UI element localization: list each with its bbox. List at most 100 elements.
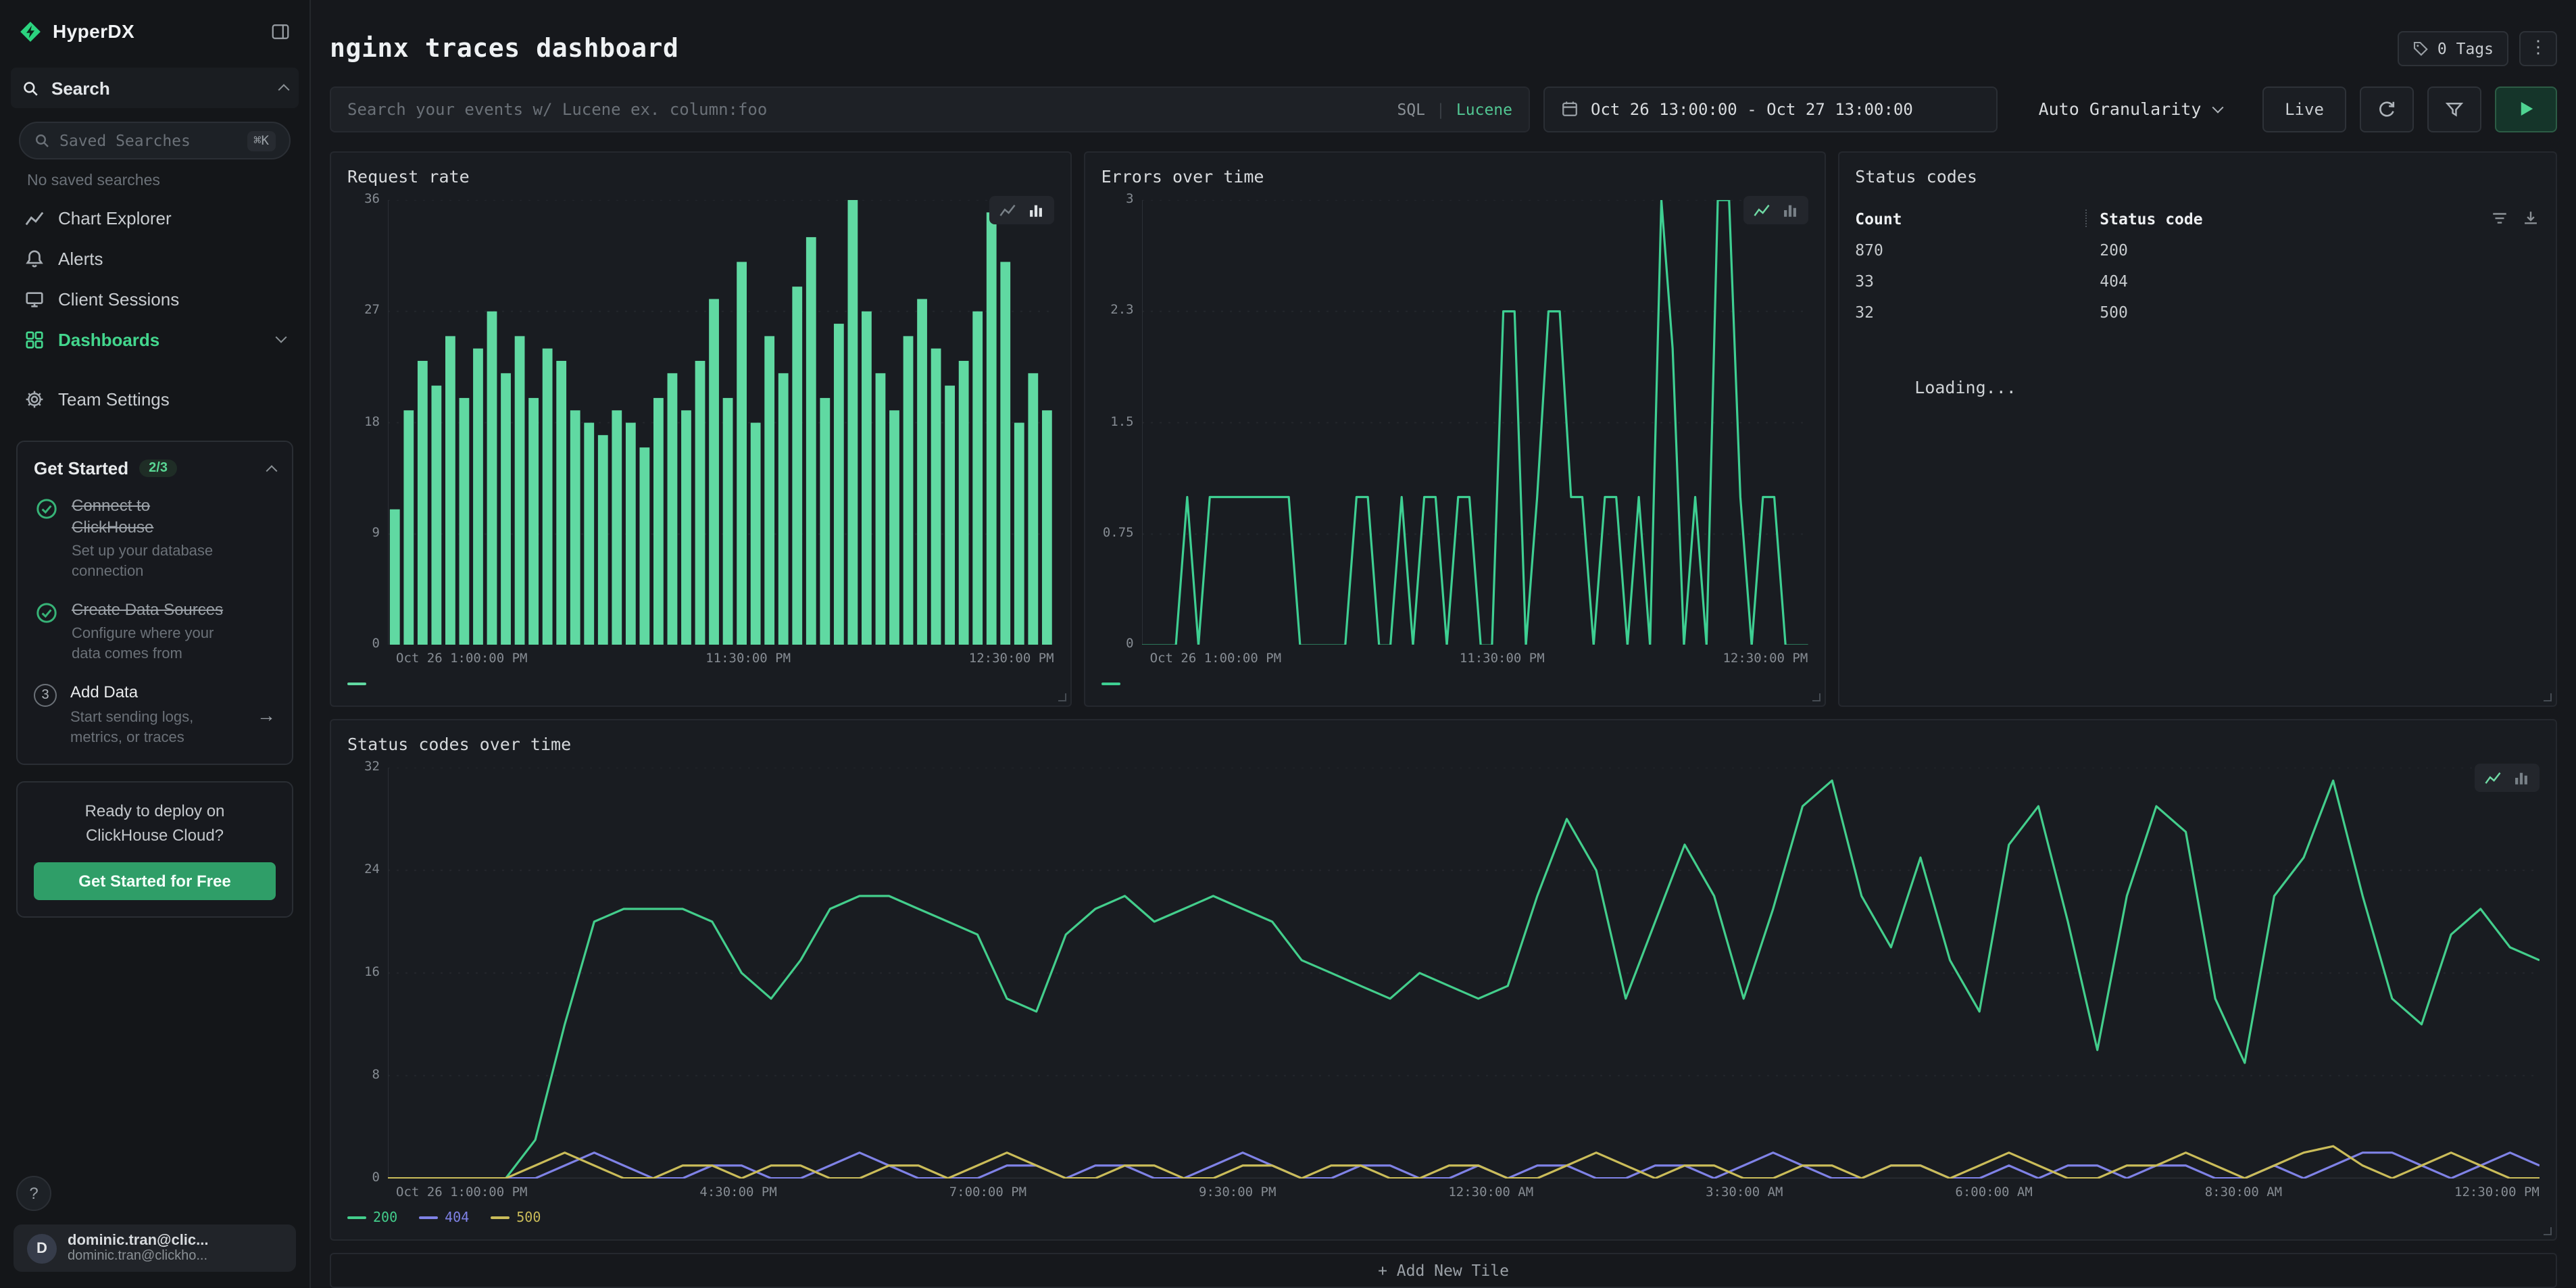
no-saved-searches-text: No saved searches (27, 173, 291, 189)
line-chart-icon[interactable] (2484, 770, 2502, 787)
step-desc: Set up your database connection (72, 542, 234, 582)
step-desc: Start sending logs, metrics, or traces (70, 708, 232, 748)
chevron-up-icon (266, 464, 278, 476)
bar-chart-icon[interactable] (1781, 201, 1798, 219)
y-tick: 24 (364, 864, 380, 878)
tags-button[interactable]: 0 Tags (2398, 31, 2508, 66)
date-range-picker[interactable]: Oct 26 13:00:00 - Oct 27 13:00:00 (1543, 86, 1998, 132)
bar-chart-icon[interactable] (2512, 770, 2530, 787)
chart-plot[interactable] (388, 200, 1054, 645)
table-row[interactable]: 870200 (1855, 235, 2540, 266)
nav-label: Dashboards (58, 329, 159, 349)
add-new-tile-button[interactable]: + Add New Tile (330, 1253, 2557, 1288)
nav-label: Client Sessions (58, 289, 179, 309)
legend-item[interactable]: 200 (347, 1210, 397, 1225)
get-started-card: Get Started 2/3 Connect to ClickHouse Se… (16, 441, 293, 766)
granularity-value: Auto Granularity (2039, 99, 2202, 120)
monitor-icon (24, 289, 45, 309)
get-started-item-connect[interactable]: Connect to ClickHouse Set up your databa… (34, 496, 276, 583)
table-row[interactable]: 33404 (1855, 266, 2540, 297)
line-chart-icon[interactable] (999, 201, 1016, 219)
table-cell: 200 (2100, 241, 2128, 260)
x-tick: 12:30:00 PM (1723, 652, 1808, 667)
get-started-item-sources[interactable]: Create Data Sources Configure where your… (34, 600, 276, 666)
brand-name: HyperDX (53, 20, 134, 42)
get-started-title: Get Started (34, 458, 128, 478)
x-tick: 4:30:00 PM (699, 1185, 776, 1200)
search-icon (34, 132, 50, 149)
search-section-icon (22, 79, 39, 97)
resize-handle[interactable] (2544, 694, 2552, 702)
x-axis-labels: Oct 26 1:00:00 PM11:30:00 PM12:30:00 PM (1150, 652, 1808, 667)
column-header-count[interactable]: Count (1855, 209, 2085, 228)
get-started-item-add-data[interactable]: 3 Add Data Start sending logs, metrics, … (34, 683, 276, 748)
y-axis-labels: 32.31.50.750 (1101, 193, 1142, 652)
saved-searches-input[interactable] (59, 131, 237, 150)
x-axis-labels: Oct 26 1:00:00 PM4:30:00 PM7:00:00 PM9:3… (396, 1185, 2540, 1200)
sidebar-item-alerts[interactable]: Alerts (0, 238, 309, 278)
table-row[interactable]: 32500 (1855, 297, 2540, 328)
sql-language-toggle[interactable]: SQL (1397, 100, 1425, 119)
saved-searches-box[interactable]: ⌘K (19, 122, 291, 159)
resize-handle[interactable] (2544, 1227, 2552, 1235)
x-tick: 12:30:00 PM (969, 652, 1054, 667)
search-section-label: Search (51, 78, 110, 98)
collapse-sidebar-icon[interactable] (270, 21, 291, 41)
sort-lines-icon[interactable] (2491, 210, 2508, 228)
lucene-language-toggle[interactable]: Lucene (1456, 100, 1512, 119)
line-chart-icon[interactable] (1752, 201, 1770, 219)
table-cell: 404 (2100, 272, 2128, 291)
granularity-select[interactable]: Auto Granularity (2011, 86, 2249, 132)
legend-item[interactable]: 404 (419, 1210, 469, 1225)
refresh-icon (2377, 100, 2396, 119)
event-search-box[interactable]: SQL | Lucene (330, 86, 1530, 132)
live-button[interactable]: Live (2262, 86, 2346, 132)
x-tick: 7:00:00 PM (949, 1185, 1026, 1200)
event-search-input[interactable] (347, 100, 1386, 119)
sidebar-item-team-settings[interactable]: Team Settings (0, 378, 309, 419)
y-tick: 27 (364, 304, 380, 318)
y-tick: 16 (364, 966, 380, 980)
shortcut-badge: ⌘K (247, 130, 276, 151)
table-cell: 32 (1855, 303, 2100, 322)
tile-request-rate: Request rate 36271890 Oct 26 1:00:00 PM1… (330, 151, 1072, 708)
add-new-tile-label: + Add New Tile (1378, 1261, 1509, 1280)
tags-label: 0 Tags (2437, 39, 2494, 58)
legend-item[interactable] (1101, 683, 1127, 686)
column-header-status-code[interactable]: Status code (2100, 209, 2202, 228)
chart-legend (1101, 676, 1808, 693)
grid-icon (24, 329, 45, 349)
sidebar-item-dashboards[interactable]: Dashboards (0, 319, 309, 360)
run-query-button[interactable] (2495, 86, 2557, 132)
dashboard-menu-button[interactable]: ⋮ (2519, 31, 2557, 66)
column-divider[interactable] (2085, 210, 2086, 228)
user-menu[interactable]: D dominic.tran@clic... dominic.tran@clic… (14, 1224, 296, 1272)
legend-item[interactable] (347, 683, 373, 686)
main-content: nginx traces dashboard 0 Tags ⋮ SQL | Lu… (311, 0, 2576, 1288)
tile-title: Request rate (347, 166, 1054, 187)
get-started-header[interactable]: Get Started 2/3 (34, 458, 276, 478)
sidebar-item-client-sessions[interactable]: Client Sessions (0, 278, 309, 319)
sidebar-section-search[interactable]: Search (11, 68, 299, 108)
legend-item[interactable]: 500 (491, 1210, 541, 1225)
x-tick: Oct 26 1:00:00 PM (396, 1185, 527, 1200)
deploy-text-line1: Ready to deploy on (34, 799, 276, 824)
resize-handle[interactable] (1812, 694, 1820, 702)
help-button[interactable]: ? (16, 1176, 51, 1211)
resize-handle[interactable] (1058, 694, 1066, 702)
y-tick: 3 (1126, 193, 1133, 207)
sidebar-item-chart-explorer[interactable]: Chart Explorer (0, 197, 309, 238)
refresh-button[interactable] (2360, 86, 2414, 132)
get-started-free-button[interactable]: Get Started for Free (34, 863, 276, 901)
play-icon (2519, 102, 2533, 117)
sidebar: HyperDX Search ⌘K No saved searches Cha (0, 0, 311, 1288)
chevron-up-icon (278, 84, 290, 95)
chart-plot[interactable] (388, 768, 2540, 1179)
legend-swatch (347, 683, 366, 686)
filter-button[interactable] (2427, 86, 2481, 132)
bar-chart-icon[interactable] (1027, 201, 1045, 219)
x-tick: 11:30:00 PM (705, 652, 791, 667)
legend-swatch (347, 1216, 366, 1219)
download-icon[interactable] (2522, 210, 2540, 228)
chart-plot[interactable] (1142, 200, 1808, 645)
